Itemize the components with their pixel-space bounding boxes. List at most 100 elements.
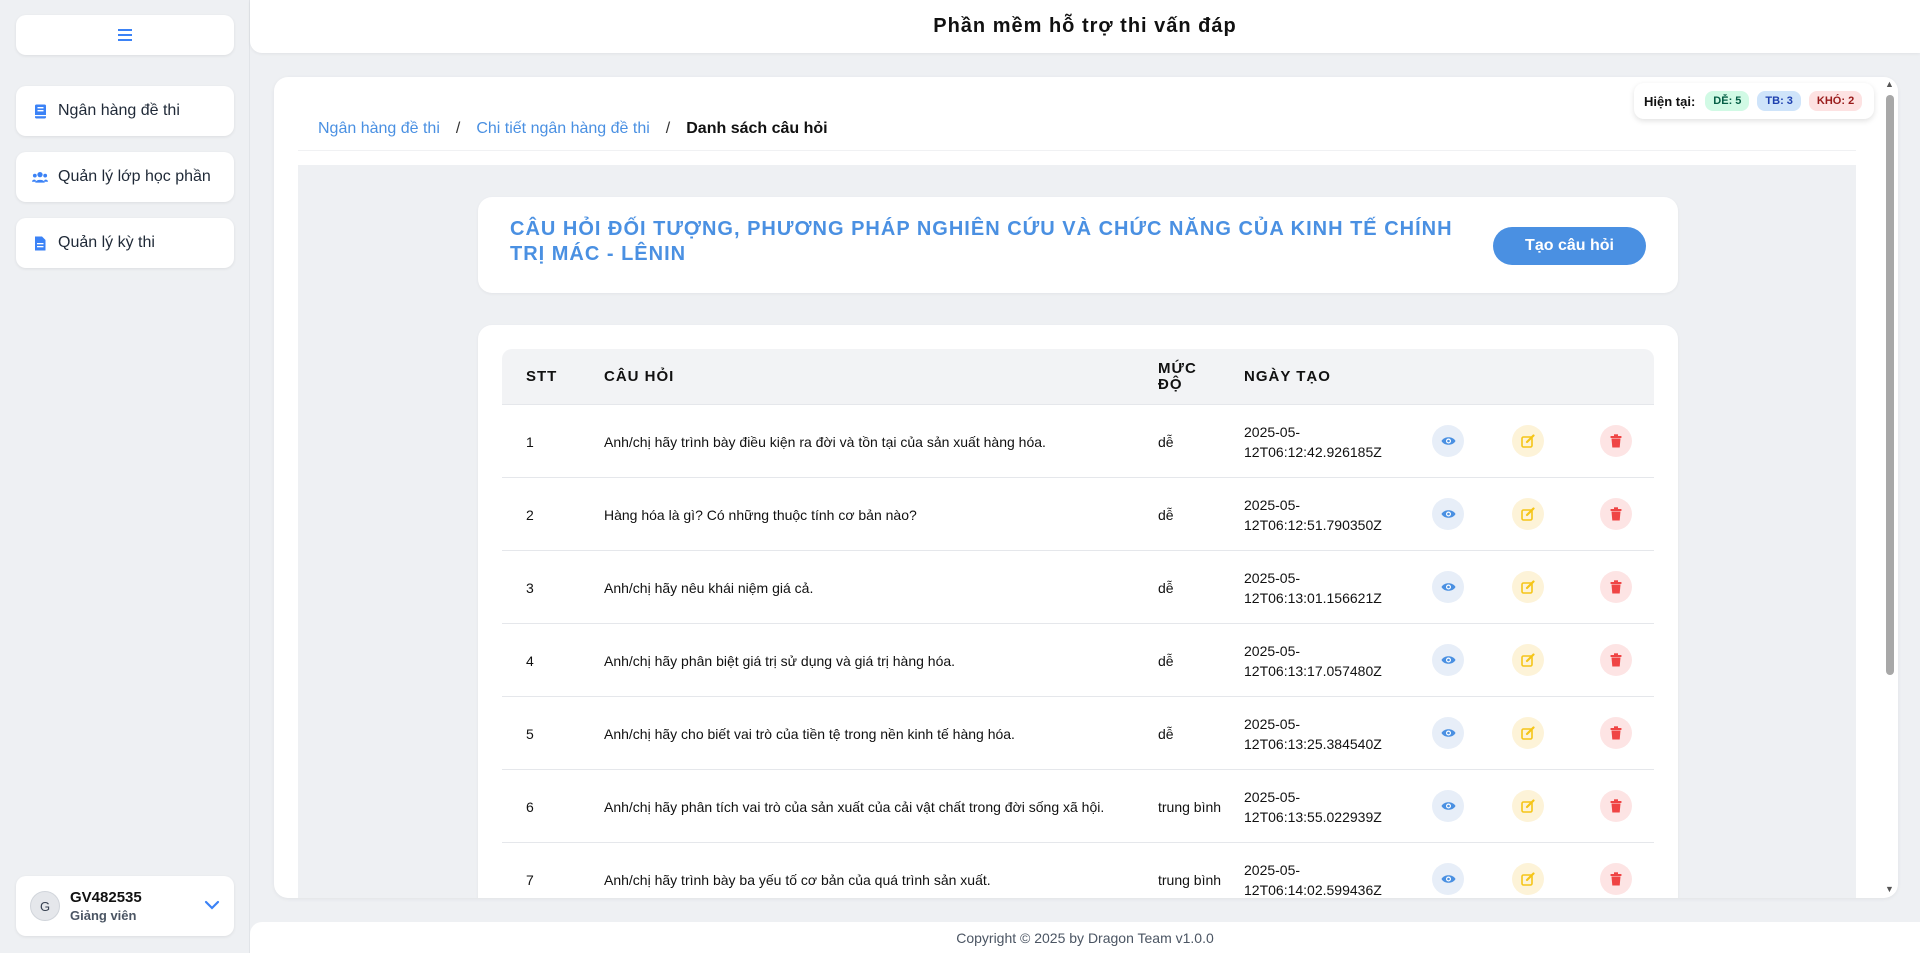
eye-icon xyxy=(1441,583,1455,591)
trash-icon xyxy=(1610,507,1622,521)
delete-question-button[interactable] xyxy=(1600,863,1632,895)
table-header: STT CÂU HỎI MỨC ĐỘ NGÀY TẠO xyxy=(502,349,1654,405)
cell-created: 2025-05-12T06:13:01.156621Z xyxy=(1244,569,1382,606)
column-header-stt: STT xyxy=(526,368,558,385)
question-set-header: CÂU HỎI ĐỐI TƯỢNG, PHƯƠNG PHÁP NGHIÊN CỨ… xyxy=(478,197,1678,293)
eye-icon xyxy=(1441,656,1455,664)
edit-icon xyxy=(1521,653,1535,667)
sidebar-item-label: Ngân hàng đề thi xyxy=(58,102,180,119)
app-title: Phần mềm hỗ trợ thi vấn đáp xyxy=(933,15,1237,37)
cell-stt: 6 xyxy=(526,798,534,815)
footer: Copyright © 2025 by Dragon Team v1.0.0 xyxy=(250,922,1920,953)
users-icon xyxy=(32,169,48,185)
scroll-down-icon[interactable]: ▼ xyxy=(1885,884,1894,894)
create-question-button[interactable]: Tạo câu hỏi xyxy=(1493,227,1646,265)
medium-count-badge: TB: 3 xyxy=(1757,91,1801,111)
cell-question: Hàng hóa là gì? Có những thuộc tính cơ b… xyxy=(604,506,917,523)
view-question-button[interactable] xyxy=(1432,790,1464,822)
view-question-button[interactable] xyxy=(1432,425,1464,457)
scrollbar-thumb[interactable] xyxy=(1886,95,1894,675)
cell-question: Anh/chị hãy phân tích vai trò của sản xu… xyxy=(604,798,1105,815)
view-question-button[interactable] xyxy=(1432,863,1464,895)
vertical-scrollbar[interactable]: ▲ ▼ xyxy=(1882,77,1896,898)
user-profile-card[interactable]: G GV482535 Giảng viên xyxy=(16,876,234,936)
eye-icon xyxy=(1441,875,1455,883)
content-area: CÂU HỎI ĐỐI TƯỢNG, PHƯƠNG PHÁP NGHIÊN CỨ… xyxy=(298,165,1856,898)
user-name: GV482535 xyxy=(70,889,142,906)
delete-question-button[interactable] xyxy=(1600,790,1632,822)
delete-question-button[interactable] xyxy=(1600,571,1632,603)
cell-stt: 5 xyxy=(526,725,534,742)
eye-icon xyxy=(1441,510,1455,518)
menu-icon xyxy=(118,29,132,41)
sidebar-item-label: Quản lý kỳ thi xyxy=(58,234,155,251)
table-row: 1 Anh/chị hãy trình bày điều kiện ra đời… xyxy=(502,405,1654,478)
level-counter: Hiện tại: DỄ: 5 TB: 3 KHÓ: 2 xyxy=(1634,83,1874,119)
cell-stt: 1 xyxy=(526,433,534,450)
sidebar-item-class-management[interactable]: Quản lý lớp học phần xyxy=(16,152,234,202)
cell-question: Anh/chị hãy trình bày ba yếu tố cơ bản c… xyxy=(604,871,991,888)
eye-icon xyxy=(1441,729,1455,737)
breadcrumb-question-bank-detail[interactable]: Chi tiết ngân hàng đề thi xyxy=(476,120,649,138)
trash-icon xyxy=(1610,726,1622,740)
user-role: Giảng viên xyxy=(70,908,137,923)
edit-icon xyxy=(1521,434,1535,448)
breadcrumb-question-bank[interactable]: Ngân hàng đề thi xyxy=(318,120,440,138)
cell-created: 2025-05-12T06:14:02.599436Z xyxy=(1244,861,1382,898)
edit-question-button[interactable] xyxy=(1512,644,1544,676)
document-icon xyxy=(32,235,48,251)
delete-question-button[interactable] xyxy=(1600,717,1632,749)
cell-level: dễ xyxy=(1158,579,1174,596)
view-question-button[interactable] xyxy=(1432,644,1464,676)
column-header-question: CÂU HỎI xyxy=(604,368,675,385)
trash-icon xyxy=(1610,799,1622,813)
table-row: 5 Anh/chị hãy cho biết vai trò của tiền … xyxy=(502,697,1654,770)
breadcrumb-separator: / xyxy=(455,119,461,137)
column-header-created: NGÀY TẠO xyxy=(1244,368,1331,385)
app-header: Phần mềm hỗ trợ thi vấn đáp xyxy=(250,0,1920,53)
edit-icon xyxy=(1521,580,1535,594)
sidebar: Ngân hàng đề thi Quản lý lớp học phần Qu… xyxy=(0,0,250,953)
cell-level: dễ xyxy=(1158,652,1174,669)
level-counter-label: Hiện tại: xyxy=(1644,93,1696,109)
cell-level: dễ xyxy=(1158,506,1174,523)
sidebar-item-label: Quản lý lớp học phần xyxy=(58,168,211,185)
cell-question: Anh/chị hãy cho biết vai trò của tiền tệ… xyxy=(604,725,1015,742)
view-question-button[interactable] xyxy=(1432,498,1464,530)
cell-stt: 2 xyxy=(526,506,534,523)
edit-question-button[interactable] xyxy=(1512,498,1544,530)
edit-question-button[interactable] xyxy=(1512,717,1544,749)
edit-question-button[interactable] xyxy=(1512,863,1544,895)
chevron-down-icon[interactable] xyxy=(204,897,220,915)
table-row: 2 Hàng hóa là gì? Có những thuộc tính cơ… xyxy=(502,478,1654,551)
breadcrumb: Ngân hàng đề thi / Chi tiết ngân hàng đề… xyxy=(298,107,1856,151)
eye-icon xyxy=(1441,802,1455,810)
delete-question-button[interactable] xyxy=(1600,498,1632,530)
menu-toggle-button[interactable] xyxy=(16,15,234,55)
cell-stt: 4 xyxy=(526,652,534,669)
edit-icon xyxy=(1521,507,1535,521)
delete-question-button[interactable] xyxy=(1600,425,1632,457)
delete-question-button[interactable] xyxy=(1600,644,1632,676)
cell-level: trung bình xyxy=(1158,871,1222,888)
edit-question-button[interactable] xyxy=(1512,425,1544,457)
hard-count-badge: KHÓ: 2 xyxy=(1808,91,1863,111)
table-row: 6 Anh/chị hãy phân tích vai trò của sản … xyxy=(502,770,1654,843)
breadcrumb-separator: / xyxy=(665,119,671,137)
edit-question-button[interactable] xyxy=(1512,571,1544,603)
breadcrumb-current: Danh sách câu hỏi xyxy=(686,119,828,137)
scroll-up-icon[interactable]: ▲ xyxy=(1885,79,1894,89)
sidebar-item-exam-management[interactable]: Quản lý kỳ thi xyxy=(16,218,234,268)
trash-icon xyxy=(1610,580,1622,594)
edit-question-button[interactable] xyxy=(1512,790,1544,822)
cell-level: dễ xyxy=(1158,725,1174,742)
table-row: 3 Anh/chị hãy nêu khái niệm giá cả. dễ 2… xyxy=(502,551,1654,624)
sidebar-item-question-bank[interactable]: Ngân hàng đề thi xyxy=(16,86,234,136)
edit-icon xyxy=(1521,726,1535,740)
cell-level: trung bình xyxy=(1158,798,1222,815)
cell-created: 2025-05-12T06:13:25.384540Z xyxy=(1244,715,1382,752)
trash-icon xyxy=(1610,653,1622,667)
view-question-button[interactable] xyxy=(1432,571,1464,603)
view-question-button[interactable] xyxy=(1432,717,1464,749)
cell-created: 2025-05-12T06:12:51.790350Z xyxy=(1244,496,1382,533)
